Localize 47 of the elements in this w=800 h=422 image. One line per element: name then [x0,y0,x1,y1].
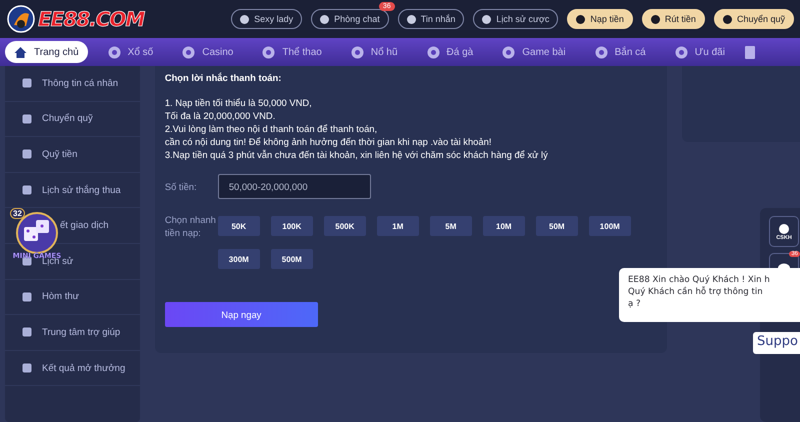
sidebar-item[interactable]: Kết quả mở thưởng [5,350,140,386]
greeting-tooltip: EE88 Xin chào Quý Khách ! Xin h Quý Khách cần hỗ trợ thông tin ạ ? [619,268,800,322]
logo-text[interactable]: EE88.COM [38,7,144,31]
header-button[interactable]: Tin nhắn [398,9,464,29]
amount-option[interactable]: 500K [324,216,366,236]
nav-tab[interactable]: Trang chủ [5,41,88,63]
header-button[interactable]: Lịch sử cược [473,9,558,29]
header-button[interactable]: Nạp tiền [567,9,633,29]
nav-tab[interactable]: Game bài [493,41,575,63]
note-line: 2.Vui lòng làm theo nội d thanh toán để thanh toán, [164,122,378,135]
field-label: Chọn nhanh tiền nạp: [164,213,217,239]
sidebar-item[interactable]: Chuyển quỹ [5,102,140,138]
note-line: cần có nội dung tin! Để không ảnh hưởng đến thời gian khi nạp .vào tài khoản! [164,135,492,148]
section-title: Chọn lời nhắc thanh toán: [164,72,282,83]
note-line: 3.Nạp tiền quá 3 phút vẫn chưa đến tài khoản, xin liên hệ với chăm sóc khách hàng để xử lý [164,148,549,161]
nav-tab[interactable]: Nổ hũ [342,41,407,63]
nav-tab[interactable]: Xổ số [98,41,162,63]
amount-option[interactable]: 300M [218,249,260,269]
sidebar-item[interactable]: Lịch sử thắng thua [5,172,140,208]
header-button[interactable]: Chuyển quỹ [714,9,794,29]
amount-option[interactable]: 100M [588,216,631,236]
note-line: 1. Nạp tiền tối thiểu là 50,000 VND, [164,96,313,109]
count-badge: 32 [10,208,25,219]
amount-option[interactable]: 50K [218,216,260,236]
amount-option[interactable]: 5M [430,216,472,236]
nav-tab[interactable]: Đá gà [418,41,482,63]
note-line: Tối đa là 20,000,000 VND. [164,109,276,122]
amount-option[interactable]: 1M [376,216,419,236]
nav-tab[interactable]: Ưu đãi [666,41,734,63]
submit-button[interactable]: Nạp ngay [164,302,318,327]
header-button[interactable]: Rút tiền [642,9,705,29]
amount-field[interactable]: 50,000-20,000,000 [218,174,371,199]
amount-option[interactable]: 10M [482,216,525,236]
field-label: Số tiền: [164,181,198,192]
amount-option[interactable]: 50M [536,216,578,236]
nav-tab[interactable]: Bắn cá [586,41,655,63]
header-button[interactable]: Sexy lady [231,9,302,29]
sidebar-item[interactable]: Hòm thư [5,280,140,316]
header-button[interactable]: Phòng chat [311,9,389,29]
support-tooltip: Suppo [753,332,800,354]
nav-tab[interactable]: Casino [173,41,242,63]
amount-option[interactable]: 100K [270,216,313,236]
sidebar-item[interactable]: Thông tin cá nhân [5,66,140,102]
amount-option[interactable]: 500M [270,249,313,269]
sidebar-item[interactable]: Quỹ tiền [5,137,140,173]
nav-tab[interactable]: Thể thao [253,41,331,63]
sidebar-item[interactable]: Trung tâm trợ giúp [5,315,140,351]
